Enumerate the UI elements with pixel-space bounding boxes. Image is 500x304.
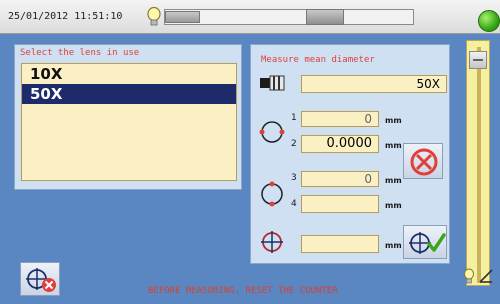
index-label-2: 2 [291,139,297,149]
lens-item-50x[interactable]: 50X [22,84,236,104]
confirm-button[interactable] [403,225,447,259]
diameter-circle-icon[interactable] [259,119,285,145]
index-label-1: 1 [291,113,297,123]
calibration-icon[interactable] [478,268,494,284]
status-message: BEFORE MEASURING, RESET THE COUNTER [148,286,338,296]
unit-label-1: mm [385,116,402,125]
mean-diameter-field [301,235,379,253]
cancel-button[interactable] [403,143,443,179]
diameter-circle-rotated-icon[interactable] [259,181,285,207]
exit-button[interactable] [20,262,60,296]
unit-label-3: mm [385,176,402,185]
confirm-crosshair-check-icon [409,232,446,254]
vertical-scrollbar[interactable] [466,40,490,286]
measure-panel: Measure mean diameter 50X 1 0 mm 2 0.000… [250,44,450,264]
unit-label-2: mm [385,141,402,150]
objective-value-field: 50X [301,75,447,93]
measure-field-2[interactable]: 0.0000 [301,135,379,153]
bulb-icon [147,6,161,26]
scrollbar-knob[interactable] [469,51,487,69]
index-label-4: 4 [291,199,297,209]
lens-panel-title: Select the lens in use [20,48,140,58]
measure-field-4[interactable] [301,195,379,213]
top-bar: 25/01/2012 11:51:10 [0,0,500,34]
progress-thumb[interactable] [165,11,200,23]
datetime-display: 25/01/2012 11:51:10 [8,11,123,22]
crosshair-target-icon [261,231,283,253]
bulb-small-icon [464,268,474,284]
lens-list: 10X 50X [21,63,237,181]
objective-lens-icon [260,75,285,91]
progress-bar[interactable] [164,9,414,25]
measure-panel-title: Measure mean diameter [261,55,375,65]
index-label-3: 3 [291,173,297,183]
exit-crosshair-icon [26,268,56,292]
measure-field-3[interactable]: 0 [301,171,379,187]
center-indicator [306,9,344,25]
scrollbar-track[interactable] [477,47,481,283]
green-led-icon [478,10,500,32]
unit-label-4: mm [385,201,402,210]
measure-field-1[interactable]: 0 [301,111,379,127]
cancel-x-circle-icon [410,148,438,176]
mean-unit-label: mm [385,241,402,250]
lens-selection-panel: Select the lens in use 10X 50X [14,44,242,190]
lens-item-10x[interactable]: 10X [22,64,236,84]
